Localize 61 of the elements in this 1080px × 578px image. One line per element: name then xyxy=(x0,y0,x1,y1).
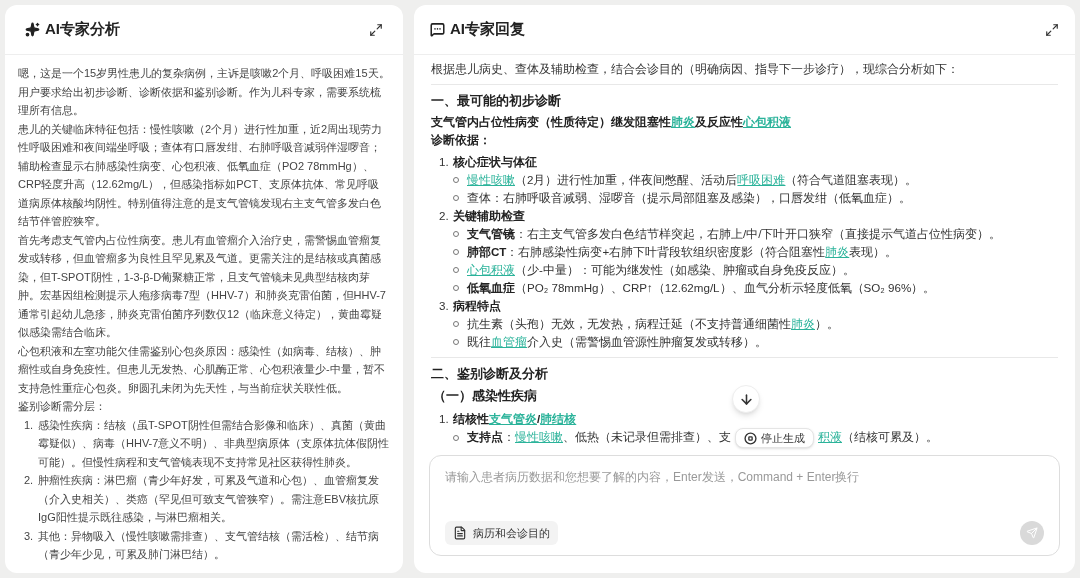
list-item-text: 支气管镜：右主支气管多发白色结节样突起，右肺上/中/下叶开口狭窄（直接提示气道占位性病变）。 xyxy=(467,226,1002,242)
list-item-text: 心包积液（少-中量）：可能为继发性（如感染、肿瘤或自身免疫反应）。 xyxy=(467,262,855,278)
paragraph: 嗯，这是一个15岁男性患儿的复杂病例，主诉是咳嗽2个月、呼吸困难15天。用户要求给出初步诊断、诊断依据和鉴别诊断。作为儿科专家，需要系统梳理所有信息。 xyxy=(18,66,390,118)
arrow-down-icon xyxy=(738,391,754,407)
send-icon xyxy=(1026,527,1038,539)
link[interactable]: 肺结核 xyxy=(540,412,577,425)
paragraph: 诊断依据： xyxy=(431,132,492,148)
list-item-text: 感染性疾病：结核（虽T-SPOT阴性但需结合影像和临床）、真菌（黄曲霉疑似）、病毒（HHV-7意义不明）、非典型病原体（支原体抗体假阴性可能）。但慢性病程和支气管镜表现不支持常见社区获得性肺炎。 xyxy=(38,417,390,470)
list-item-text: 关键辅助检查 xyxy=(453,208,525,224)
link[interactable]: 肺炎 xyxy=(791,317,815,330)
stop-generating-button[interactable]: 停止生成 xyxy=(735,428,814,448)
link[interactable]: 呼吸困难 xyxy=(737,173,786,186)
list-item-text: 低氧血症（PO₂ 78mmHg）、CRP↑（12.62mg/L）、血气分析示轻度低氧（SO₂ 96%）。 xyxy=(467,280,936,296)
sparkle-icon xyxy=(25,22,40,37)
list-number: 1. xyxy=(24,417,35,433)
paragraph: 根据患儿病史、查体及辅助检查，结合会诊目的（明确病因、指导下一步诊疗），现综合分析如下： xyxy=(431,61,960,77)
link[interactable]: 肺炎 xyxy=(825,245,850,258)
list-number: 2. xyxy=(24,473,35,488)
list-number: 1. xyxy=(439,411,450,427)
link[interactable]: 血管瘤 xyxy=(491,335,527,348)
paragraph: 患儿的关键临床特征包括：慢性咳嗽（2个月）进行性加重，近2周出现劳力性呼吸困难和夜间端坐呼吸；查体有口唇发绀、右肺呼吸音减弱伴湿啰音；辅助检查显示右肺感染性病变、心包积液、低氧血症（PO2 78mmHg）、CRP轻度升高（12.62mg/L），但感染指标如PCT、支原体抗体、常见呼吸道病原体核酸均阴性。特别值得注意的是支气管镜发现右主支气管多发白色结节伴管腔狭窄。 xyxy=(18,121,384,229)
list-item-text: 结核性支气管炎/肺结核 xyxy=(453,411,577,427)
message-input[interactable]: 请输入患者病历数据和您想要了解的内容，Enter发送，Command + Enter换行 xyxy=(445,468,1044,486)
list-item-text: 查体：右肺呼吸音减弱、湿啰音（提示局部阻塞及感染），口唇发绀（低氧血症）。 xyxy=(467,190,911,206)
link[interactable]: 慢性咳嗽 xyxy=(515,430,563,444)
list-item-text: 病程特点 xyxy=(453,298,501,314)
paragraph: 心包积液和左室功能欠佳需鉴别心包炎原因：感染性（如病毒、结核）、肿瘤性或自身免疫性。但患儿无发热、心肌酶正常、心包积液量少-中量，暂不支持急性重症心包炎。卵圆孔未闭为先天性，与当前症状关联性低。 xyxy=(18,343,386,396)
link[interactable]: 慢性咳嗽 xyxy=(467,173,515,186)
section-heading: 二、鉴别诊断及分析 xyxy=(431,365,548,383)
expand-icon[interactable] xyxy=(369,22,383,37)
list-item-text: 既往血管瘤介入史（需警惕血管源性肿瘤复发或转移）。 xyxy=(467,334,767,350)
list-item-text: 肺部CT：右肺感染性病变+右肺下叶背段软组织密度影（符合阻塞性肺炎表现）。 xyxy=(467,244,898,260)
list-item-text: 其他：异物吸入（慢性咳嗽需排查）、支气管结核（需活检）、结节病（青少年少见，可累及肺门淋巴结）。 xyxy=(38,528,380,562)
list-number: 1. xyxy=(439,154,450,170)
panel-title: AI专家分析 xyxy=(45,19,120,40)
attachment-chip[interactable]: 病历和会诊目的 xyxy=(445,521,558,545)
link[interactable]: 积液 xyxy=(818,430,842,444)
list-item-text: 抗生素（头孢）无效，无发热，病程迁延（不支持普通细菌性肺炎）。 xyxy=(467,316,839,332)
scroll-down-button[interactable] xyxy=(732,385,760,413)
list-item-text: 支持点：慢性咳嗽、低热（未记录但需排查）、支 停止生成 积液（结核可累及）。 xyxy=(467,428,938,448)
list-item-text: 核心症状与体征 xyxy=(453,154,537,170)
link[interactable]: 支气管炎 xyxy=(489,412,537,425)
panel-title: AI专家回复 xyxy=(450,19,525,40)
document-icon xyxy=(453,526,467,540)
stop-icon xyxy=(744,431,757,445)
list-number: 2. xyxy=(439,208,450,224)
subsection-heading: （一）感染性疾病 xyxy=(432,387,537,405)
link[interactable]: 肺炎 xyxy=(671,115,695,128)
chat-bubble-icon xyxy=(430,22,445,37)
link[interactable]: 心包积液 xyxy=(743,115,791,128)
section-heading: 一、最可能的初步诊断 xyxy=(431,92,561,110)
list-number: 3. xyxy=(24,528,35,544)
message-input-box[interactable]: 请输入患者病历数据和您想要了解的内容，Enter发送，Command + Enter换行 病历和会诊目的 xyxy=(429,455,1060,556)
paragraph: 支气管内占位性病变（性质待定）继发阻塞性肺炎及反应性心包积液 xyxy=(431,114,792,131)
list-item-text: 肿瘤性疾病：淋巴瘤（青少年好发，可累及气道和心包）、血管瘤复发（介入史相关）、类癌（罕见但可致支气管狭窄）。需注意EBV核抗原IgG阳性提示既往感染，与淋巴瘤相关。 xyxy=(38,473,380,525)
paragraph: 鉴别诊断需分层： xyxy=(18,399,107,414)
link[interactable]: 心包积液 xyxy=(467,263,515,276)
expand-icon[interactable] xyxy=(1045,22,1059,37)
list-number: 3. xyxy=(439,298,450,314)
paragraph: 首先考虑支气管内占位性病变。患儿有血管瘤介入治疗史，需警惕血管瘤复发或转移，但血管瘤多为良性且罕见累及气道。更需关注的是结核或真菌感染，但T-SPOT阴性，1-3-β-D葡聚糖正常，且支气管镜未见典型结核肉芽肿。宏基因组检测提示人疱疹病毒7型（HHV-7）和肺炎克雷伯菌，但HHV-7通常引起幼儿急疹，肺炎克雷伯菌序列数仅12（临床意义待定），黄曲霉疑似感染需结合临床。 xyxy=(18,232,387,340)
list-item-text: 慢性咳嗽（2月）进行性加重，伴夜间憋醒、活动后呼吸困难（符合气道阻塞表现）。 xyxy=(467,172,918,188)
